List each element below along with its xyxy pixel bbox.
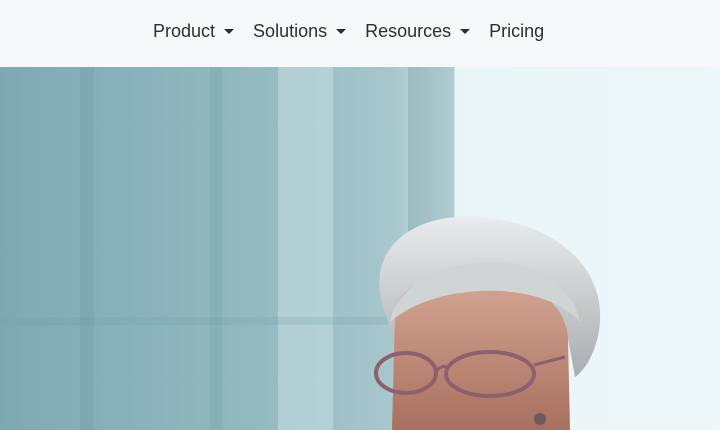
caret-down-icon	[336, 29, 347, 34]
nav-item-label: Product	[153, 21, 216, 41]
nav-item-pricing[interactable]: Pricing	[489, 21, 544, 42]
nav-item-label: Solutions	[253, 21, 328, 41]
top-navigation-bar: Product Solutions Resources Pricing	[0, 0, 720, 67]
caret-down-icon	[460, 29, 471, 34]
caret-down-icon	[224, 29, 235, 34]
nav-menu: Product Solutions Resources Pricing	[153, 21, 544, 42]
nav-item-product[interactable]: Product	[153, 21, 235, 42]
nav-item-label: Pricing	[489, 21, 545, 41]
hero-image	[0, 67, 720, 430]
nav-item-solutions[interactable]: Solutions	[253, 21, 347, 42]
nav-item-resources[interactable]: Resources	[365, 21, 471, 42]
nav-item-label: Resources	[365, 21, 452, 41]
hero-photo-illustration	[0, 67, 720, 430]
